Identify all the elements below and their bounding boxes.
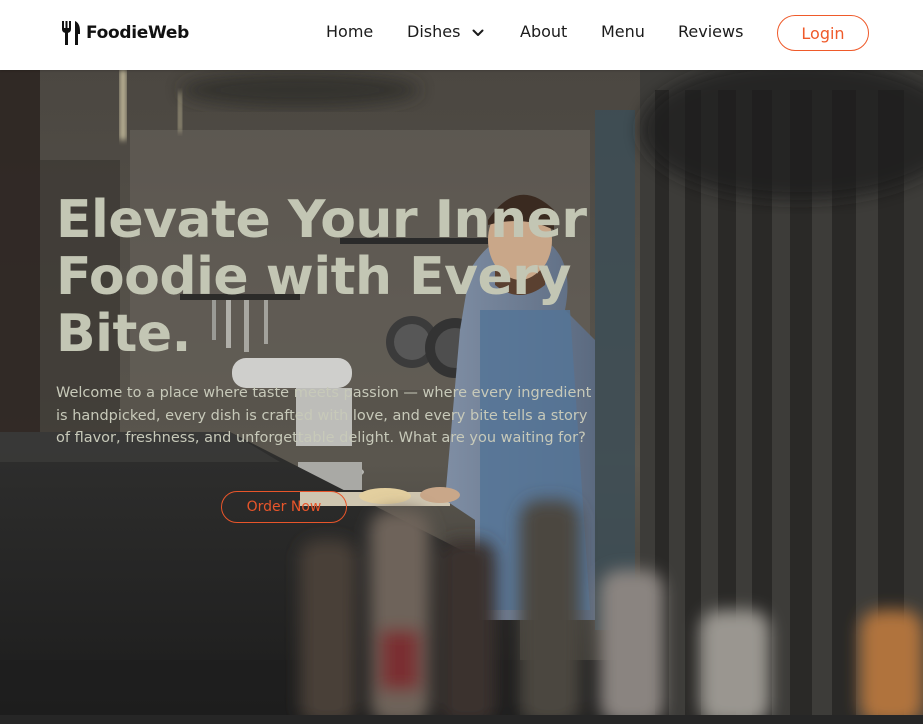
- nav-reviews[interactable]: Reviews: [678, 22, 743, 41]
- nav-about[interactable]: About: [520, 22, 567, 41]
- brand-logo[interactable]: FoodieWeb: [60, 20, 189, 46]
- hero-section: Elevate Your Inner Foodie with Every Bit…: [0, 70, 923, 724]
- order-now-button[interactable]: Order Now: [221, 491, 347, 523]
- chevron-down-icon: [472, 29, 484, 36]
- brand-name: FoodieWeb: [86, 23, 189, 43]
- hero-description: Welcome to a place where taste meets pas…: [56, 385, 592, 446]
- nav-menu[interactable]: Menu: [601, 22, 645, 41]
- hero-title: Elevate Your Inner Foodie with Every Bit…: [56, 192, 616, 363]
- login-button[interactable]: Login: [777, 15, 869, 51]
- hero-title-line-2: Foodie with Every: [56, 247, 571, 307]
- nav-home[interactable]: Home: [326, 22, 373, 41]
- hero-title-line-1: Elevate Your Inner: [56, 190, 587, 250]
- nav-dishes[interactable]: Dishes: [407, 22, 484, 41]
- nav-dishes-label: Dishes: [407, 22, 461, 41]
- hero-title-line-3: Bite.: [56, 304, 191, 364]
- fork-knife-icon: [61, 21, 80, 45]
- navbar: FoodieWeb Home Dishes About Menu Reviews…: [0, 0, 923, 70]
